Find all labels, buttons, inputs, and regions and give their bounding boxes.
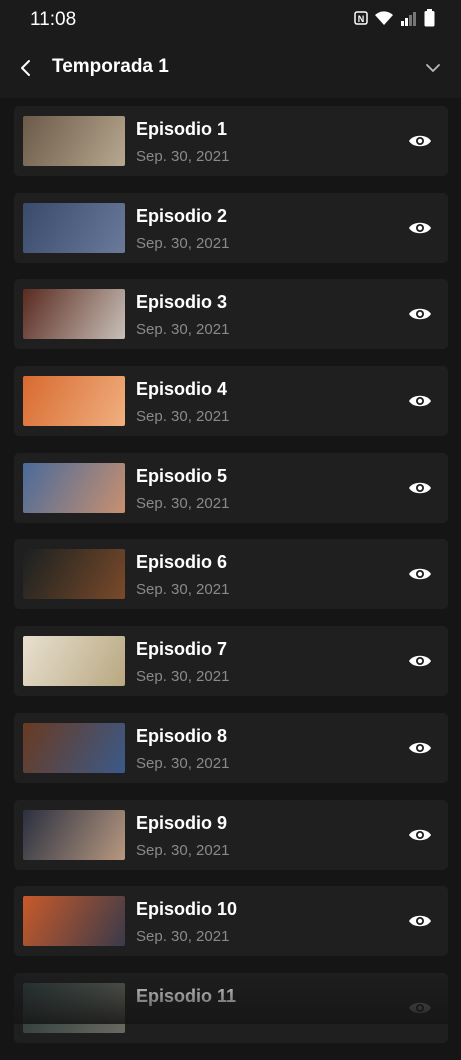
episode-date: Sep. 30, 2021: [136, 148, 230, 165]
episode-title: Episodio 10: [136, 899, 238, 920]
wifi-icon: [374, 10, 394, 31]
episode-title: Episodio 7: [136, 639, 228, 660]
episode-thumbnail: [23, 896, 125, 947]
episode-title: Episodio 6: [136, 552, 228, 573]
episode-row[interactable]: Episodio 8 Sep. 30, 2021: [14, 712, 448, 783]
episode-row[interactable]: Episodio 6 Sep. 30, 2021: [14, 539, 448, 610]
episode-date: Sep. 30, 2021: [136, 928, 230, 946]
signal-icon: [400, 10, 418, 31]
eye-icon[interactable]: [408, 650, 432, 672]
chevron-down-icon: [426, 64, 440, 72]
episode-thumbnail: [23, 202, 125, 253]
episode-thumbnail: [23, 982, 125, 1033]
episode-date: Sep. 30, 2021: [136, 408, 230, 426]
episode-thumbnail: [23, 809, 125, 860]
episode-thumbnail: [23, 376, 125, 427]
status-time: 11:08: [30, 9, 77, 30]
svg-text:N: N: [358, 14, 365, 24]
eye-icon[interactable]: [408, 477, 432, 499]
episode-row[interactable]: Episodio 4 Sep. 30, 2021: [14, 366, 448, 437]
episode-title: Episodio 2: [136, 205, 228, 226]
chevron-left-icon: [21, 60, 30, 76]
eye-icon[interactable]: [408, 824, 432, 846]
status-icons: N: [354, 9, 435, 32]
episode-date: Sep. 30, 2021: [136, 234, 230, 252]
episode-thumbnail: [23, 462, 125, 513]
status-bar: 11:08 N: [0, 0, 461, 40]
episode-title: Episodio 11: [136, 985, 237, 1006]
episode-row[interactable]: Episodio 5 Sep. 30, 2021: [14, 452, 448, 523]
eye-icon[interactable]: [408, 997, 432, 1019]
episode-row[interactable]: Episodio 1 Sep. 30, 2021: [14, 106, 448, 176]
episode-title: Episodio 1: [136, 119, 228, 139]
eye-icon[interactable]: [408, 390, 432, 412]
eye-icon[interactable]: [408, 130, 432, 152]
episode-row[interactable]: Episodio 3 Sep. 30, 2021: [14, 279, 448, 350]
episode-date: Sep. 30, 2021: [136, 494, 230, 512]
episode-row[interactable]: Episodio 9 Sep. 30, 2021: [14, 799, 448, 870]
episode-date: Sep. 30, 2021: [136, 321, 230, 339]
eye-icon[interactable]: [408, 910, 432, 932]
episode-row[interactable]: Episodio 7 Sep. 30, 2021: [14, 626, 448, 697]
episode-list: Episodio 1 Sep. 30, 2021 Episodio 2 Sep. 30…: [14, 106, 448, 1060]
episode-row[interactable]: Episodio 11: [14, 972, 448, 1043]
eye-icon[interactable]: [408, 563, 432, 585]
app-header: Temporada 1: [0, 40, 461, 98]
episode-date: Sep. 30, 2021: [136, 581, 230, 599]
season-dropdown-button[interactable]: [419, 54, 447, 82]
episode-title: Episodio 4: [136, 379, 228, 400]
episode-title: Episodio 5: [136, 465, 228, 486]
nfc-icon: N: [354, 11, 368, 30]
episode-row[interactable]: Episodio 10 Sep. 30, 2021: [14, 886, 448, 957]
episode-date: Sep. 30, 2021: [136, 668, 230, 686]
episode-thumbnail: [23, 289, 125, 340]
battery-icon: [424, 9, 435, 32]
eye-icon[interactable]: [408, 217, 432, 239]
eye-icon[interactable]: [408, 737, 432, 759]
episode-title: Episodio 9: [136, 812, 228, 833]
episode-date: Sep. 30, 2021: [136, 841, 230, 859]
episode-title: Episodio 3: [136, 292, 228, 313]
back-button[interactable]: [12, 54, 40, 82]
episode-thumbnail: [23, 116, 125, 166]
eye-icon[interactable]: [408, 303, 432, 325]
episode-thumbnail: [23, 549, 125, 600]
episode-row[interactable]: Episodio 2 Sep. 30, 2021: [14, 192, 448, 263]
page-title: Temporada 1: [52, 56, 169, 77]
episode-date: Sep. 30, 2021: [136, 754, 230, 772]
episode-thumbnail: [23, 636, 125, 687]
episode-thumbnail: [23, 722, 125, 773]
episode-title: Episodio 8: [136, 725, 228, 746]
